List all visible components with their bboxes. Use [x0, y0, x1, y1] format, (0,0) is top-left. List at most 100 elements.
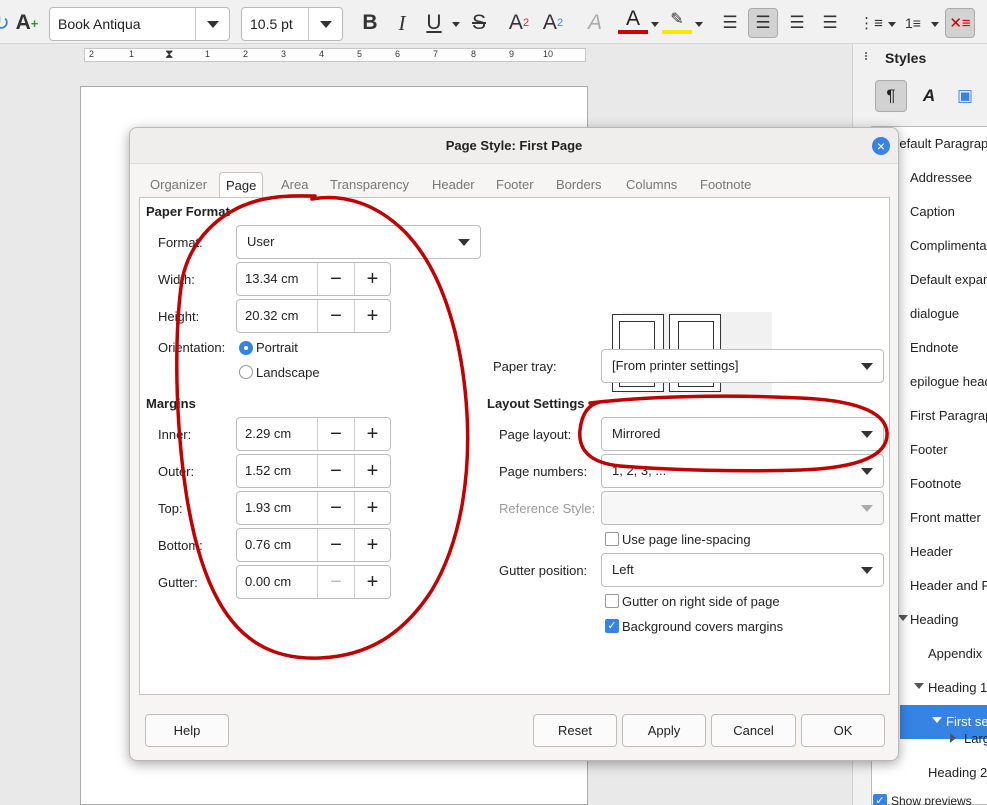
- chevron-down-icon[interactable]: [195, 8, 229, 40]
- tab-header[interactable]: Header: [426, 172, 481, 198]
- style-item[interactable]: Appendix: [928, 637, 982, 671]
- gutter-value[interactable]: 0.00 cm: [237, 566, 318, 598]
- font-color-dropdown-icon[interactable]: [651, 22, 659, 27]
- tab-transparency[interactable]: Transparency: [324, 172, 415, 198]
- expand-arrow-icon[interactable]: [932, 717, 942, 723]
- minus-icon[interactable]: −: [318, 529, 354, 561]
- plus-icon[interactable]: +: [354, 263, 390, 295]
- minus-icon[interactable]: −: [318, 300, 354, 332]
- tab-columns[interactable]: Columns: [620, 172, 683, 198]
- landscape-radio[interactable]: [239, 365, 253, 379]
- style-item[interactable]: dialogue: [910, 297, 959, 331]
- italic-icon[interactable]: I: [387, 8, 417, 38]
- plus-icon[interactable]: +: [354, 529, 390, 561]
- plus-icon[interactable]: +: [354, 492, 390, 524]
- style-item[interactable]: Caption: [910, 195, 955, 229]
- plus-icon[interactable]: +: [354, 418, 390, 450]
- top-value[interactable]: 1.93 cm: [237, 492, 318, 524]
- page-line-spacing-label[interactable]: Use page line-spacing: [622, 532, 751, 547]
- minus-icon[interactable]: −: [318, 418, 354, 450]
- bg-covers-margins-checkbox[interactable]: ✓: [605, 619, 619, 633]
- expand-arrow-icon[interactable]: [914, 683, 924, 689]
- outer-stepper[interactable]: 1.52 cm − +: [236, 454, 391, 488]
- expand-arrow-icon[interactable]: [898, 615, 908, 621]
- minus-icon[interactable]: −: [318, 263, 354, 295]
- style-item[interactable]: Default expand: [910, 263, 987, 297]
- height-value[interactable]: 20.32 cm: [237, 300, 318, 332]
- minus-icon[interactable]: −: [318, 455, 354, 487]
- height-stepper[interactable]: 20.32 cm − +: [236, 299, 391, 333]
- close-icon[interactable]: ×: [872, 137, 890, 155]
- gutter-stepper[interactable]: 0.00 cm − +: [236, 565, 391, 599]
- style-item[interactable]: Heading: [910, 603, 958, 637]
- bold-icon[interactable]: B: [355, 8, 385, 38]
- tab-page[interactable]: Page: [219, 172, 264, 198]
- strikethrough-icon[interactable]: S: [464, 8, 494, 38]
- style-item[interactable]: epilogue head: [910, 365, 987, 399]
- style-item[interactable]: Header: [910, 535, 953, 569]
- plus-icon[interactable]: +: [354, 566, 390, 598]
- indent-marker-icon[interactable]: ⧗: [165, 47, 173, 62]
- clear-formatting-icon[interactable]: A: [580, 8, 610, 38]
- character-styles-icon[interactable]: A: [913, 80, 945, 112]
- outer-value[interactable]: 1.52 cm: [237, 455, 318, 487]
- underline-dropdown-icon[interactable]: [452, 22, 460, 27]
- portrait-label[interactable]: Portrait: [256, 340, 298, 355]
- style-item[interactable]: Heading 1: [928, 671, 987, 705]
- reset-button[interactable]: Reset: [533, 714, 617, 747]
- paragraph-styles-icon[interactable]: ¶: [875, 80, 907, 112]
- style-item[interactable]: Complimentary: [910, 229, 987, 263]
- page-numbers-select[interactable]: 1, 2, 3, ...: [601, 454, 884, 488]
- apply-button[interactable]: Apply: [622, 714, 706, 747]
- align-left-icon[interactable]: ☰: [715, 8, 745, 38]
- style-item[interactable]: Addressee: [910, 161, 972, 195]
- style-item[interactable]: Heading 2: [928, 756, 987, 790]
- landscape-label[interactable]: Landscape: [256, 365, 320, 380]
- width-value[interactable]: 13.34 cm: [237, 263, 318, 295]
- style-item[interactable]: Footer: [910, 433, 948, 467]
- no-list-icon[interactable]: ✕≡: [945, 8, 975, 38]
- tab-area[interactable]: Area: [275, 172, 314, 198]
- numbered-list-dropdown-icon[interactable]: [931, 22, 939, 27]
- format-select[interactable]: User: [236, 225, 481, 259]
- align-right-icon[interactable]: ☰: [782, 8, 812, 38]
- page-line-spacing-checkbox[interactable]: [605, 532, 619, 546]
- sidebar-grip-icon[interactable]: [865, 52, 867, 60]
- show-previews-checkbox[interactable]: ✓: [873, 794, 887, 805]
- font-size-combo[interactable]: 10.5 pt: [241, 7, 343, 41]
- style-item[interactable]: Front matter: [910, 501, 981, 535]
- minus-icon[interactable]: −: [318, 492, 354, 524]
- tab-footnote[interactable]: Footnote: [694, 172, 757, 198]
- style-item[interactable]: Larg: [964, 722, 987, 756]
- style-item[interactable]: Endnote: [910, 331, 958, 365]
- tab-organizer[interactable]: Organizer: [144, 172, 213, 198]
- show-previews-toggle[interactable]: ✓ Show previews: [873, 794, 972, 805]
- style-item[interactable]: First Paragraph: [910, 399, 987, 433]
- highlight-icon[interactable]: ✎: [662, 8, 692, 34]
- font-name-combo[interactable]: Book Antiqua: [49, 7, 230, 41]
- superscript-icon[interactable]: A2: [504, 8, 534, 38]
- portrait-radio[interactable]: [239, 341, 253, 355]
- new-style-icon[interactable]: A +: [12, 8, 42, 38]
- tab-borders[interactable]: Borders: [550, 172, 608, 198]
- underline-icon[interactable]: U: [419, 8, 449, 38]
- gutter-position-select[interactable]: Left: [601, 553, 884, 587]
- gutter-right-checkbox[interactable]: [605, 594, 619, 608]
- page-layout-select[interactable]: Mirrored: [601, 417, 884, 451]
- collapse-arrow-icon[interactable]: [950, 733, 956, 743]
- inner-stepper[interactable]: 2.29 cm − +: [236, 417, 391, 451]
- bottom-value[interactable]: 0.76 cm: [237, 529, 318, 561]
- frame-styles-icon[interactable]: ▣: [949, 80, 981, 112]
- justify-icon[interactable]: ☰: [815, 8, 845, 38]
- bottom-stepper[interactable]: 0.76 cm − +: [236, 528, 391, 562]
- width-stepper[interactable]: 13.34 cm − +: [236, 262, 391, 296]
- bullet-list-icon[interactable]: ⋮≡: [856, 8, 886, 38]
- style-item[interactable]: Header and F: [910, 569, 987, 603]
- horizontal-ruler[interactable]: 2 1 ⧗ 1 2 3 4 5 6 7 8 9 10: [84, 47, 586, 62]
- subscript-icon[interactable]: A2: [538, 8, 568, 38]
- ok-button[interactable]: OK: [801, 714, 885, 747]
- inner-value[interactable]: 2.29 cm: [237, 418, 318, 450]
- numbered-list-icon[interactable]: 1≡: [898, 8, 928, 38]
- top-stepper[interactable]: 1.93 cm − +: [236, 491, 391, 525]
- cancel-button[interactable]: Cancel: [711, 714, 796, 747]
